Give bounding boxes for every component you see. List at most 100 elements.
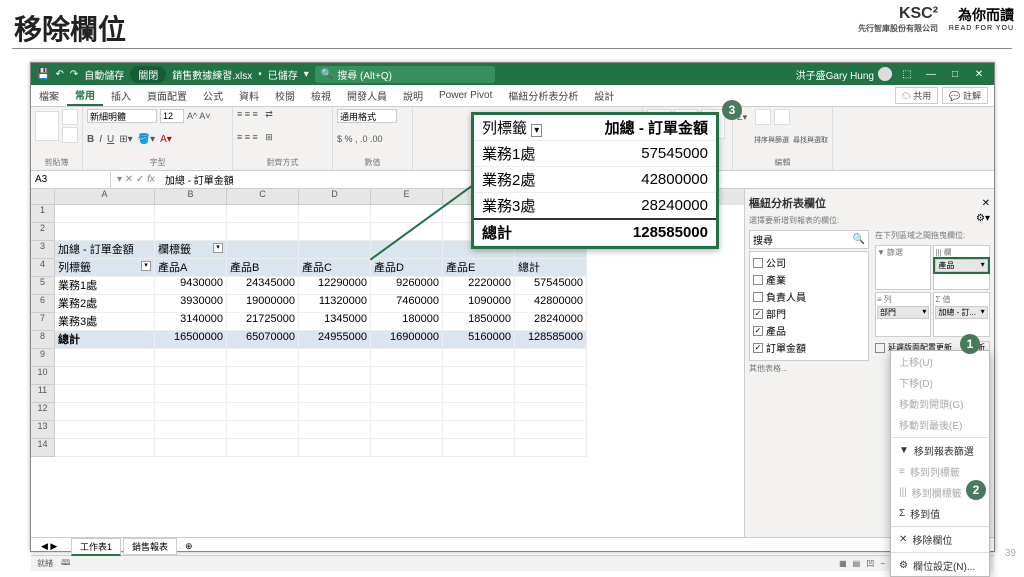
row-header[interactable]: 3 — [31, 241, 55, 259]
pivot-col-label[interactable]: 欄標籤▾ — [155, 241, 227, 259]
filters-area[interactable]: ▼ 篩選 — [875, 245, 931, 290]
minimize-icon[interactable]: — — [922, 69, 940, 80]
tab-developer[interactable]: 開發人員 — [339, 85, 395, 106]
menu-move-end[interactable]: 移動到最後(E) — [891, 414, 989, 435]
menu-move-down[interactable]: 下移(D) — [891, 372, 989, 393]
col-header[interactable]: D — [299, 189, 371, 205]
row-header[interactable]: 12 — [31, 403, 55, 421]
menu-field-settings[interactable]: ⚙欄位設定(N)... — [891, 555, 989, 576]
field-item[interactable]: 產業 — [752, 271, 866, 288]
search-box[interactable]: 🔍 搜尋 (Alt+Q) — [315, 66, 495, 83]
row-header[interactable]: 4 — [31, 259, 55, 277]
name-box[interactable] — [31, 172, 111, 188]
row-header[interactable]: 8 — [31, 331, 55, 349]
values-area[interactable]: Σ 值加總 - 訂...▾ — [933, 292, 989, 337]
tab-formulas[interactable]: 公式 — [195, 85, 231, 106]
menu-remove-field[interactable]: ✕移除欄位 — [891, 529, 989, 550]
redo-icon[interactable]: ↷ — [70, 69, 78, 80]
menu-to-row[interactable]: ≡移到列標籤 — [891, 461, 989, 482]
font-size-select[interactable] — [160, 109, 184, 123]
ribbon-mode-icon[interactable]: ⬚ — [898, 69, 916, 80]
gear-icon[interactable]: ⚙▾ — [976, 213, 990, 228]
view-layout-icon[interactable]: ▤ — [853, 559, 861, 568]
field-search[interactable]: 搜尋🔍 — [749, 230, 869, 249]
row-header[interactable]: 14 — [31, 439, 55, 457]
tab-review[interactable]: 校閱 — [267, 85, 303, 106]
border-button[interactable]: ⊞▾ — [119, 134, 132, 145]
columns-area[interactable]: ||| 欄產品▾ — [933, 245, 989, 290]
row-header[interactable]: 2 — [31, 223, 55, 241]
value-area-item[interactable]: 加總 - 訂...▾ — [935, 306, 987, 319]
cut-icon[interactable] — [62, 109, 78, 125]
number-format-select[interactable] — [337, 109, 397, 123]
checkbox-icon[interactable]: ✓ — [753, 326, 763, 336]
sort-filter-icon[interactable] — [755, 109, 771, 125]
row-header[interactable]: 13 — [31, 421, 55, 439]
tab-home[interactable]: 常用 — [67, 85, 103, 106]
menu-move-begin[interactable]: 移動到開頭(G) — [891, 393, 989, 414]
copy-icon[interactable] — [62, 127, 78, 143]
autosave-toggle[interactable]: 關閉 — [130, 66, 166, 83]
sheet-tab[interactable]: 工作表1 — [71, 538, 121, 556]
save-icon[interactable]: 💾 — [37, 69, 49, 80]
row-header[interactable]: 10 — [31, 367, 55, 385]
rows-area[interactable]: ≡ 列部門▾ — [875, 292, 931, 337]
view-break-icon[interactable]: 凹 — [866, 558, 874, 569]
accessibility-icon[interactable]: 🕮 — [61, 557, 70, 571]
tab-layout[interactable]: 頁面配置 — [139, 85, 195, 106]
row-header[interactable]: 7 — [31, 313, 55, 331]
sheet-nav-prev-icon[interactable]: ◀ ▶ — [41, 541, 57, 552]
col-header[interactable]: C — [227, 189, 299, 205]
checkbox-icon[interactable] — [753, 275, 763, 285]
col-header[interactable]: A — [55, 189, 155, 205]
col-header[interactable]: B — [155, 189, 227, 205]
comments-button[interactable]: 💬 註解 — [942, 87, 988, 104]
user-account[interactable]: 洪子盛Gary Hung — [796, 67, 892, 82]
pivot-value-label[interactable]: 加總 - 訂單金額 — [55, 241, 155, 259]
row-area-item[interactable]: 部門▾ — [877, 306, 929, 319]
italic-button[interactable]: I — [99, 134, 102, 145]
underline-button[interactable]: U — [107, 134, 114, 145]
zoom-out-icon[interactable]: − — [880, 559, 885, 568]
row-header[interactable]: 6 — [31, 295, 55, 313]
undo-icon[interactable]: ↶ — [55, 69, 63, 80]
checkbox-icon[interactable]: ✓ — [753, 343, 763, 353]
other-tables-link[interactable]: 其他表格... — [749, 363, 869, 374]
field-item[interactable]: 公司 — [752, 254, 866, 271]
tab-file[interactable]: 檔案 — [31, 85, 67, 106]
tab-help[interactable]: 說明 — [395, 85, 431, 106]
dropdown-icon[interactable]: ▾ — [141, 261, 151, 271]
find-icon[interactable] — [774, 109, 790, 125]
field-item[interactable]: 業務進度狀態 — [752, 356, 866, 361]
font-family-select[interactable] — [87, 109, 157, 123]
tab-powerpivot[interactable]: Power Pivot — [431, 85, 500, 106]
row-header[interactable]: 11 — [31, 385, 55, 403]
fill-color-button[interactable]: 🪣▾ — [138, 134, 155, 145]
row-header[interactable]: 5 — [31, 277, 55, 295]
row-header[interactable]: 9 — [31, 349, 55, 367]
checkbox-icon[interactable]: ✓ — [753, 309, 763, 319]
dropdown-icon[interactable]: ▾ — [213, 243, 223, 253]
bold-button[interactable]: B — [87, 134, 94, 145]
view-normal-icon[interactable]: ▦ — [839, 559, 847, 568]
checkbox-icon[interactable] — [753, 360, 763, 362]
field-item[interactable]: ✓訂單金額 — [752, 339, 866, 356]
sheet-tab[interactable]: 銷售報表 — [123, 538, 177, 555]
tab-view[interactable]: 檢視 — [303, 85, 339, 106]
field-item[interactable]: ✓產品 — [752, 322, 866, 339]
col-area-item[interactable]: 產品▾ — [935, 259, 987, 272]
close-icon[interactable]: ✕ — [970, 69, 988, 80]
tab-pivot-analyze[interactable]: 樞紐分析表分析 — [500, 85, 586, 106]
share-button[interactable]: ☁ 共用 — [895, 87, 939, 104]
tab-design[interactable]: 設計 — [586, 85, 622, 106]
font-color-button[interactable]: A▾ — [160, 134, 172, 145]
checkbox-icon[interactable] — [753, 292, 763, 302]
tab-insert[interactable]: 插入 — [103, 85, 139, 106]
field-item[interactable]: ✓部門 — [752, 305, 866, 322]
defer-checkbox[interactable] — [875, 343, 885, 353]
menu-to-values[interactable]: Σ移到值 — [891, 503, 989, 524]
paste-icon[interactable] — [35, 111, 59, 141]
menu-move-up[interactable]: 上移(U) — [891, 351, 989, 372]
field-list[interactable]: 公司產業負責人員✓部門✓產品✓訂單金額業務進度狀態月份 — [749, 251, 869, 361]
new-sheet-button[interactable]: ⊕ — [179, 541, 199, 552]
